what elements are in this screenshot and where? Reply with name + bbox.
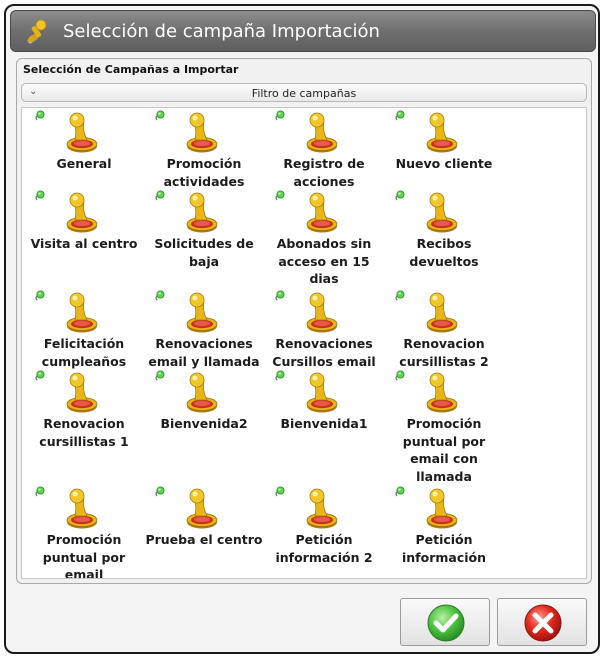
- status-led-icon: [155, 190, 165, 201]
- stamp-icon: [306, 192, 338, 233]
- window-title: Selección de campaña Importación: [63, 21, 380, 42]
- group-title: Selección de Campañas a Importar: [23, 63, 239, 76]
- status-led-icon: [35, 486, 45, 497]
- campaign-label: Petición información 2: [275, 532, 373, 565]
- stamp-icon: [306, 372, 338, 413]
- stamp-icon: [426, 192, 458, 233]
- status-led-icon: [275, 370, 285, 381]
- campaign-label: Renovaciones Cursillos email: [272, 336, 376, 369]
- status-led-icon: [275, 290, 285, 301]
- filter-label: Filtro de campañas: [251, 87, 357, 100]
- stamp-icon: [186, 372, 218, 413]
- stamp-icon: [27, 19, 47, 44]
- status-led-icon: [395, 190, 405, 201]
- stamp-icon: [66, 192, 98, 233]
- stamp-icon: [186, 112, 218, 153]
- stamp-icon: [66, 112, 98, 153]
- campaign-filter-expander[interactable]: ⌄ Filtro de campañas: [21, 83, 587, 102]
- campaign-label: Renovacion cursillistas 2: [399, 336, 489, 369]
- campaign-list[interactable]: General Promoción actividades Registro de …: [21, 107, 587, 579]
- campaign-label: Promoción actividades: [163, 156, 245, 189]
- campaign-label: Prueba el centro: [145, 532, 263, 547]
- campaign-label: Renovacion cursillistas 1: [39, 416, 129, 449]
- campaign-label: Promoción puntual por email: [42, 532, 126, 579]
- status-led-icon: [35, 290, 45, 301]
- status-led-icon: [35, 190, 45, 201]
- campaign-label: General: [56, 156, 112, 171]
- stamp-icon: [66, 292, 98, 333]
- campaign-label: Bienvenida1: [280, 416, 368, 431]
- status-led-icon: [155, 290, 165, 301]
- status-led-icon: [155, 110, 165, 121]
- campaign-label: Promoción puntual por email con llamada: [402, 416, 486, 484]
- campaign-label: Bienvenida2: [160, 416, 248, 431]
- stamp-icon: [426, 488, 458, 529]
- status-led-icon: [275, 190, 285, 201]
- accept-button[interactable]: [400, 598, 490, 646]
- status-led-icon: [395, 290, 405, 301]
- check-icon: [427, 604, 465, 642]
- status-led-icon: [275, 486, 285, 497]
- status-led-icon: [35, 370, 45, 381]
- status-led-icon: [155, 486, 165, 497]
- status-led-icon: [155, 370, 165, 381]
- stamp-icon: [306, 292, 338, 333]
- stamp-icon: [66, 488, 98, 529]
- campaign-selection-group: Selección de Campañas a Importar ⌄ Filtr…: [16, 58, 592, 584]
- cancel-button[interactable]: [497, 598, 587, 646]
- stamp-icon: [306, 112, 338, 153]
- stamp-icon: [426, 292, 458, 333]
- cross-icon: [524, 604, 562, 642]
- status-led-icon: [275, 110, 285, 121]
- stamp-icon: [186, 292, 218, 333]
- campaign-label: Recibos devueltos: [409, 236, 479, 269]
- stamp-icon: [306, 488, 338, 529]
- campaign-label: Solicitudes de baja: [154, 236, 254, 269]
- title-bar[interactable]: Selección de campaña Importación: [10, 10, 596, 52]
- dialog-window: Selección de campaña Importación Selecci…: [4, 4, 600, 654]
- campaign-label: Abonados sin acceso en 15 dias: [276, 236, 372, 286]
- stamp-icon: [66, 372, 98, 413]
- campaign-label: Petición información: [401, 532, 486, 565]
- campaign-label: Renovaciones email y llamada: [148, 336, 260, 369]
- stamp-icon: [186, 488, 218, 529]
- status-led-icon: [395, 486, 405, 497]
- status-led-icon: [35, 110, 45, 121]
- stamp-icon: [426, 372, 458, 413]
- campaign-label: Felicitación cumpleaños: [41, 336, 127, 369]
- stamp-icon: [186, 192, 218, 233]
- campaign-label: Nuevo cliente: [395, 156, 493, 171]
- status-led-icon: [395, 110, 405, 121]
- campaign-label: Registro de acciones: [283, 156, 365, 189]
- campaign-label: Visita al centro: [30, 236, 138, 251]
- status-led-icon: [395, 370, 405, 381]
- stamp-icon: [426, 112, 458, 153]
